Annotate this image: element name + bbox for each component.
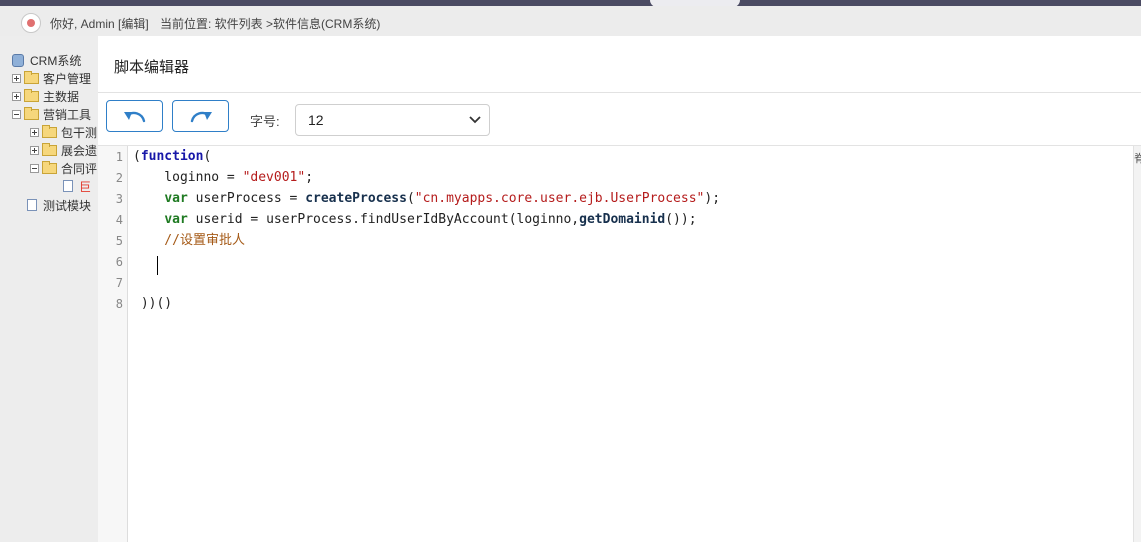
undo-button[interactable] xyxy=(106,100,163,132)
tree-item-label: 合同评 xyxy=(61,161,98,176)
code-line: //设置审批人 xyxy=(133,230,245,251)
code-token: "dev001" xyxy=(242,170,306,185)
line-number: 5 xyxy=(115,234,123,248)
right-edge-panel: 脊 xyxy=(1133,146,1141,542)
code-token: createProcess xyxy=(305,191,407,206)
breadcrumb: 当前位置: 软件列表 >软件信息(CRM系统) xyxy=(160,17,381,31)
code-token: ( xyxy=(133,149,141,164)
font-size-select[interactable]: 12 xyxy=(295,104,490,136)
tree-item-master-data[interactable]: 主数据 xyxy=(12,88,79,104)
file-icon xyxy=(27,199,37,211)
tree-item-label: 测试模块 xyxy=(43,198,92,213)
tree-root[interactable]: CRM系统 xyxy=(12,52,81,68)
tree-item-test[interactable]: 测试模块 xyxy=(27,197,91,213)
tree-root-label: CRM系统 xyxy=(30,53,82,68)
code-token: "cn.myapps.core.user.ejb.UserProcess" xyxy=(414,191,705,206)
code-line: var userid = userProcess.findUserIdByAcc… xyxy=(133,209,697,230)
line-number: 6 xyxy=(115,255,123,269)
code-token: ); xyxy=(704,191,721,206)
code-line: var userProcess = createProcess("cn.myap… xyxy=(133,188,720,209)
code-token: function xyxy=(140,149,204,164)
expand-icon[interactable] xyxy=(12,73,21,83)
expand-icon[interactable] xyxy=(30,127,39,137)
line-number: 8 xyxy=(115,297,123,311)
line-number-gutter: 1 2 3 4 5 6 7 8 xyxy=(98,146,128,542)
undo-icon xyxy=(123,111,145,123)
code-line: ))() xyxy=(133,293,172,314)
folder-icon xyxy=(24,88,39,102)
chevron-down-icon xyxy=(469,116,481,124)
line-number: 4 xyxy=(115,213,123,227)
tree-item-label: 营销工具 xyxy=(43,107,92,122)
avatar[interactable] xyxy=(21,13,41,33)
tree-item-label: 包干测 xyxy=(61,125,98,140)
user-bar: 你好, Admin [编辑] 当前位置: 软件列表 >软件信息(CRM系统) xyxy=(0,6,1141,36)
font-size-label: 字号: xyxy=(250,114,280,129)
code-token: ()); xyxy=(665,212,697,227)
code-token: var xyxy=(164,212,188,227)
code-line: (function( xyxy=(133,146,211,167)
tree-item-label: 展会遗 xyxy=(61,143,98,158)
folder-open-icon xyxy=(24,106,39,120)
code-token: //设置审批人 xyxy=(133,233,245,248)
text-cursor xyxy=(157,256,158,275)
expand-icon[interactable] xyxy=(30,145,39,155)
code-token: var xyxy=(164,191,188,206)
folder-icon xyxy=(24,70,39,84)
tree-item-exhibition[interactable]: 展会遗 xyxy=(30,142,97,158)
folder-icon xyxy=(42,142,57,156)
file-icon xyxy=(63,180,73,192)
redo-icon xyxy=(190,111,212,123)
panel-title: 脚本编辑器 xyxy=(114,59,190,76)
font-size-value: 12 xyxy=(308,112,324,128)
tree-item-marketing[interactable]: 营销工具 xyxy=(12,106,91,122)
code-line: loginno = "dev001"; xyxy=(133,167,313,188)
collapse-icon[interactable] xyxy=(30,163,39,173)
collapse-icon[interactable] xyxy=(12,109,21,119)
line-number: 2 xyxy=(115,171,123,185)
line-number: 1 xyxy=(115,150,123,164)
code-token: userProcess = xyxy=(187,191,306,206)
code-token: getDomainid xyxy=(579,212,666,227)
folder-open-icon xyxy=(42,160,57,174)
tree-item-label: 巨 xyxy=(79,179,92,194)
tree-item-package[interactable]: 包干测 xyxy=(30,124,97,140)
tree-item-selected[interactable]: 巨 xyxy=(63,178,91,194)
code-token: ( xyxy=(406,191,415,206)
tree-item-contract[interactable]: 合同评 xyxy=(30,160,97,176)
expand-icon[interactable] xyxy=(12,91,21,101)
code-token: ; xyxy=(305,170,314,185)
code-editor[interactable]: 12345678 (function( loginno = "dev001"; … xyxy=(98,146,1133,542)
line-number: 7 xyxy=(115,276,123,290)
tree-item-label: 主数据 xyxy=(43,89,80,104)
code-token: userid = userProcess.findUserIdByAccount… xyxy=(187,212,580,227)
code-token: ))() xyxy=(133,296,173,311)
redo-button[interactable] xyxy=(172,100,229,132)
divider xyxy=(98,92,1141,93)
module-tree: CRM系统 客户管理 主数据 营销工具 包干测 展会遗 合同评 巨 测试模块 xyxy=(0,36,98,542)
right-edge-label: 脊 xyxy=(1134,150,1141,166)
script-editor-panel: 脚本编辑器 字号: 12 12345678 (function( loginno… xyxy=(98,36,1141,542)
line-number: 3 xyxy=(115,192,123,206)
folder-icon xyxy=(42,124,57,138)
code-token: ( xyxy=(203,149,212,164)
database-icon xyxy=(12,53,24,67)
tree-item-label: 客户管理 xyxy=(43,71,92,86)
greeting[interactable]: 你好, Admin [编辑] xyxy=(50,15,149,32)
tree-item-customer[interactable]: 客户管理 xyxy=(12,70,91,86)
code-token: loginno = xyxy=(133,170,243,185)
